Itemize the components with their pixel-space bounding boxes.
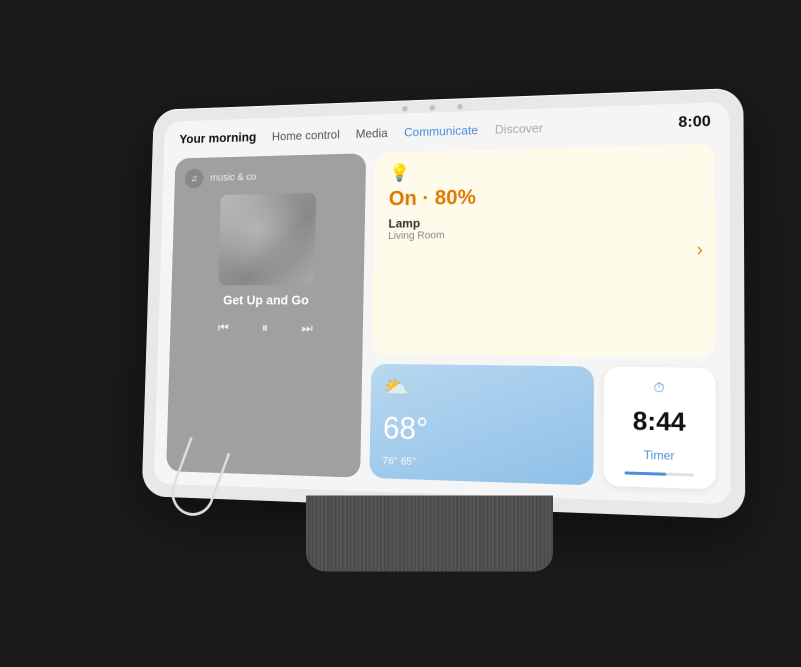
next-button[interactable]: ⏭ <box>294 314 319 340</box>
weather-card[interactable]: ⛅ 68° 76° 65° <box>369 363 594 485</box>
clock-icon: ⏱ <box>653 379 664 396</box>
stand-wrapper <box>306 495 553 571</box>
prev-button[interactable]: ⏮ <box>210 314 235 340</box>
lamp-icon: 💡 <box>389 155 699 182</box>
music-card[interactable]: ♫ music & co Get Up and Go ⏮ ⏸ ⏭ <box>166 153 366 477</box>
device-stand <box>306 495 553 571</box>
song-title: Get Up and Go <box>181 292 353 307</box>
timer-time: 8:44 <box>632 405 685 437</box>
lamp-status: On · 80% <box>388 180 698 211</box>
google-home-hub: Your morning Home control Media Communic… <box>68 96 733 571</box>
music-app-row: ♫ music & co <box>184 164 355 188</box>
timer-icon-row: ⏱ <box>653 379 664 396</box>
screen: Your morning Home control Media Communic… <box>153 101 730 503</box>
weather-icon: ⛅ <box>383 375 409 400</box>
tab-discover[interactable]: Discover <box>494 118 542 137</box>
weather-temperature: 68° <box>382 410 579 451</box>
tab-home-control[interactable]: Home control <box>271 125 339 144</box>
tab-communicate[interactable]: Communicate <box>403 120 477 140</box>
weather-icon-row: ⛅ <box>383 375 579 403</box>
bottom-row: ⛅ 68° 76° 65° ⏱ 8:44 Timer <box>369 363 715 489</box>
weather-range: 76° 65° <box>382 455 579 473</box>
timer-progress-bar <box>624 471 694 476</box>
pause-button[interactable]: ⏸ <box>252 314 277 340</box>
tab-your-morning[interactable]: Your morning <box>179 127 256 147</box>
timer-label: Timer <box>643 447 674 462</box>
lamp-card[interactable]: 💡 On · 80% Lamp Living Room › <box>371 143 715 357</box>
chevron-right-icon: › <box>696 239 702 260</box>
main-content: ♫ music & co Get Up and Go ⏮ ⏸ ⏭ <box>153 137 730 504</box>
right-grid: 💡 On · 80% Lamp Living Room › ⛅ <box>369 143 715 489</box>
timer-progress-fill <box>624 471 666 475</box>
music-controls: ⏮ ⏸ ⏭ <box>180 314 352 341</box>
timer-card[interactable]: ⏱ 8:44 Timer <box>603 366 715 489</box>
clock-display: 8:00 <box>678 113 710 132</box>
music-note-icon: ♫ <box>190 173 197 183</box>
music-app-icon: ♫ <box>184 168 203 188</box>
device-screen-body: Your morning Home control Media Communic… <box>141 87 745 518</box>
album-art <box>218 192 316 284</box>
music-app-name: music & co <box>210 171 256 183</box>
tab-media[interactable]: Media <box>355 123 387 141</box>
